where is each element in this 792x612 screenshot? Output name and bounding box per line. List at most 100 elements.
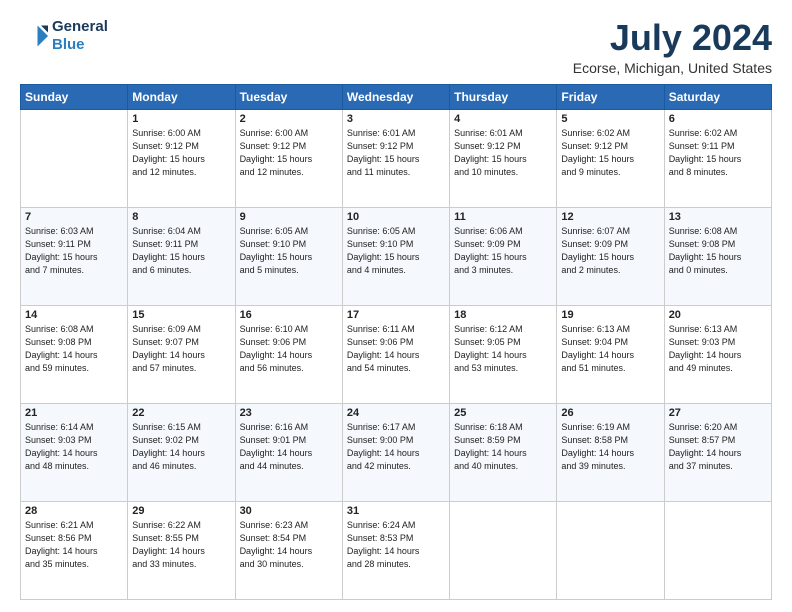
day-info: Sunrise: 6:14 AM Sunset: 9:03 PM Dayligh… (25, 421, 123, 473)
col-saturday: Saturday (664, 84, 771, 109)
calendar-header-row: Sunday Monday Tuesday Wednesday Thursday… (21, 84, 772, 109)
day-number: 20 (669, 309, 767, 321)
title-block: July 2024 Ecorse, Michigan, United State… (573, 18, 772, 76)
table-row: 4 Sunrise: 6:01 AM Sunset: 9:12 PM Daylig… (450, 109, 557, 207)
day-number: 17 (347, 309, 445, 321)
day-number: 23 (240, 407, 338, 419)
day-info: Sunrise: 6:13 AM Sunset: 9:03 PM Dayligh… (669, 323, 767, 375)
calendar-week-row: 7Sunrise: 6:03 AM Sunset: 9:11 PM Daylig… (21, 207, 772, 305)
day-info: Sunrise: 6:12 AM Sunset: 9:05 PM Dayligh… (454, 323, 552, 375)
logo-icon (20, 22, 48, 50)
table-row: 26Sunrise: 6:19 AM Sunset: 8:58 PM Dayli… (557, 403, 664, 501)
main-title: July 2024 (573, 18, 772, 58)
day-info: Sunrise: 6:04 AM Sunset: 9:11 PM Dayligh… (132, 225, 230, 277)
table-row: 30Sunrise: 6:23 AM Sunset: 8:54 PM Dayli… (235, 501, 342, 599)
table-row: 13 Sunrise: 6:08 AM Sunset: 9:08 PM Dayli… (664, 207, 771, 305)
day-number: 24 (347, 407, 445, 419)
table-row: 31 Sunrise: 6:24 AM Sunset: 8:53 PM Dayli… (342, 501, 449, 599)
table-row: 28 Sunrise: 6:21 AM Sunset: 8:56 PM Dayli… (21, 501, 128, 599)
day-info: Sunrise: 6:17 AM Sunset: 9:00 PM Dayligh… (347, 421, 445, 473)
col-sunday: Sunday (21, 84, 128, 109)
day-number: 30 (240, 505, 338, 517)
day-info: Sunrise: 6:16 AM Sunset: 9:01 PM Dayligh… (240, 421, 338, 473)
col-friday: Friday (557, 84, 664, 109)
day-number: 15 (132, 309, 230, 321)
table-row: 21 Sunrise: 6:14 AM Sunset: 9:03 PM Dayli… (21, 403, 128, 501)
day-number: 29 (132, 505, 230, 517)
table-row: 14Sunrise: 6:08 AM Sunset: 9:08 PM Dayli… (21, 305, 128, 403)
day-info: Sunrise: 6:10 AM Sunset: 9:06 PM Dayligh… (240, 323, 338, 375)
day-info: Sunrise: 6:24 AM Sunset: 8:53 PM Dayligh… (347, 519, 445, 571)
day-number: 21 (25, 407, 123, 419)
day-info: Sunrise: 6:00 AM Sunset: 9:12 PM Dayligh… (132, 127, 230, 179)
day-info: Sunrise: 6:18 AM Sunset: 8:59 PM Dayligh… (454, 421, 552, 473)
day-number: 31 (347, 505, 445, 517)
day-info: Sunrise: 6:05 AM Sunset: 9:10 PM Dayligh… (240, 225, 338, 277)
day-info: Sunrise: 6:08 AM Sunset: 9:08 PM Dayligh… (669, 225, 767, 277)
day-number: 4 (454, 113, 552, 125)
table-row: 15 Sunrise: 6:09 AM Sunset: 9:07 PM Dayli… (128, 305, 235, 403)
day-number: 6 (669, 113, 767, 125)
table-row: 18 Sunrise: 6:12 AM Sunset: 9:05 PM Dayli… (450, 305, 557, 403)
table-row: 24 Sunrise: 6:17 AM Sunset: 9:00 PM Dayli… (342, 403, 449, 501)
day-info: Sunrise: 6:19 AM Sunset: 8:58 PM Dayligh… (561, 421, 659, 473)
calendar-table: Sunday Monday Tuesday Wednesday Thursday… (20, 84, 772, 600)
col-thursday: Thursday (450, 84, 557, 109)
day-number: 3 (347, 113, 445, 125)
table-row (21, 109, 128, 207)
table-row: 2 Sunrise: 6:00 AM Sunset: 9:12 PM Daylig… (235, 109, 342, 207)
logo-text: General Blue (52, 18, 108, 54)
day-info: Sunrise: 6:11 AM Sunset: 9:06 PM Dayligh… (347, 323, 445, 375)
col-wednesday: Wednesday (342, 84, 449, 109)
day-number: 9 (240, 211, 338, 223)
table-row: 22 Sunrise: 6:15 AM Sunset: 9:02 PM Dayli… (128, 403, 235, 501)
day-number: 14 (25, 309, 123, 321)
day-number: 5 (561, 113, 659, 125)
day-number: 27 (669, 407, 767, 419)
table-row: 5 Sunrise: 6:02 AM Sunset: 9:12 PM Daylig… (557, 109, 664, 207)
table-row: 8 Sunrise: 6:04 AM Sunset: 9:11 PM Daylig… (128, 207, 235, 305)
table-row: 6Sunrise: 6:02 AM Sunset: 9:11 PM Daylig… (664, 109, 771, 207)
day-info: Sunrise: 6:03 AM Sunset: 9:11 PM Dayligh… (25, 225, 123, 277)
table-row (557, 501, 664, 599)
table-row: 17 Sunrise: 6:11 AM Sunset: 9:06 PM Dayli… (342, 305, 449, 403)
day-number: 13 (669, 211, 767, 223)
table-row: 3Sunrise: 6:01 AM Sunset: 9:12 PM Daylig… (342, 109, 449, 207)
calendar-week-row: 14Sunrise: 6:08 AM Sunset: 9:08 PM Dayli… (21, 305, 772, 403)
day-info: Sunrise: 6:13 AM Sunset: 9:04 PM Dayligh… (561, 323, 659, 375)
table-row: 16 Sunrise: 6:10 AM Sunset: 9:06 PM Dayli… (235, 305, 342, 403)
table-row (664, 501, 771, 599)
day-number: 16 (240, 309, 338, 321)
day-info: Sunrise: 6:00 AM Sunset: 9:12 PM Dayligh… (240, 127, 338, 179)
day-info: Sunrise: 6:22 AM Sunset: 8:55 PM Dayligh… (132, 519, 230, 571)
table-row: 11Sunrise: 6:06 AM Sunset: 9:09 PM Dayli… (450, 207, 557, 305)
day-number: 2 (240, 113, 338, 125)
day-info: Sunrise: 6:02 AM Sunset: 9:12 PM Dayligh… (561, 127, 659, 179)
table-row: 9 Sunrise: 6:05 AM Sunset: 9:10 PM Daylig… (235, 207, 342, 305)
day-info: Sunrise: 6:21 AM Sunset: 8:56 PM Dayligh… (25, 519, 123, 571)
day-info: Sunrise: 6:09 AM Sunset: 9:07 PM Dayligh… (132, 323, 230, 375)
calendar-week-row: 1Sunrise: 6:00 AM Sunset: 9:12 PM Daylig… (21, 109, 772, 207)
table-row: 12 Sunrise: 6:07 AM Sunset: 9:09 PM Dayli… (557, 207, 664, 305)
day-number: 25 (454, 407, 552, 419)
day-number: 12 (561, 211, 659, 223)
logo-general: General (52, 18, 108, 35)
day-number: 28 (25, 505, 123, 517)
table-row: 27 Sunrise: 6:20 AM Sunset: 8:57 PM Dayli… (664, 403, 771, 501)
table-row: 10Sunrise: 6:05 AM Sunset: 9:10 PM Dayli… (342, 207, 449, 305)
day-info: Sunrise: 6:01 AM Sunset: 9:12 PM Dayligh… (454, 127, 552, 179)
table-row: 19Sunrise: 6:13 AM Sunset: 9:04 PM Dayli… (557, 305, 664, 403)
day-number: 11 (454, 211, 552, 223)
day-info: Sunrise: 6:05 AM Sunset: 9:10 PM Dayligh… (347, 225, 445, 277)
day-number: 8 (132, 211, 230, 223)
calendar-week-row: 21 Sunrise: 6:14 AM Sunset: 9:03 PM Dayli… (21, 403, 772, 501)
header: General Blue July 2024 Ecorse, Michigan,… (20, 18, 772, 76)
day-info: Sunrise: 6:20 AM Sunset: 8:57 PM Dayligh… (669, 421, 767, 473)
table-row (450, 501, 557, 599)
day-number: 22 (132, 407, 230, 419)
day-info: Sunrise: 6:15 AM Sunset: 9:02 PM Dayligh… (132, 421, 230, 473)
table-row: 20 Sunrise: 6:13 AM Sunset: 9:03 PM Dayli… (664, 305, 771, 403)
day-info: Sunrise: 6:07 AM Sunset: 9:09 PM Dayligh… (561, 225, 659, 277)
day-number: 18 (454, 309, 552, 321)
page: General Blue July 2024 Ecorse, Michigan,… (0, 0, 792, 612)
